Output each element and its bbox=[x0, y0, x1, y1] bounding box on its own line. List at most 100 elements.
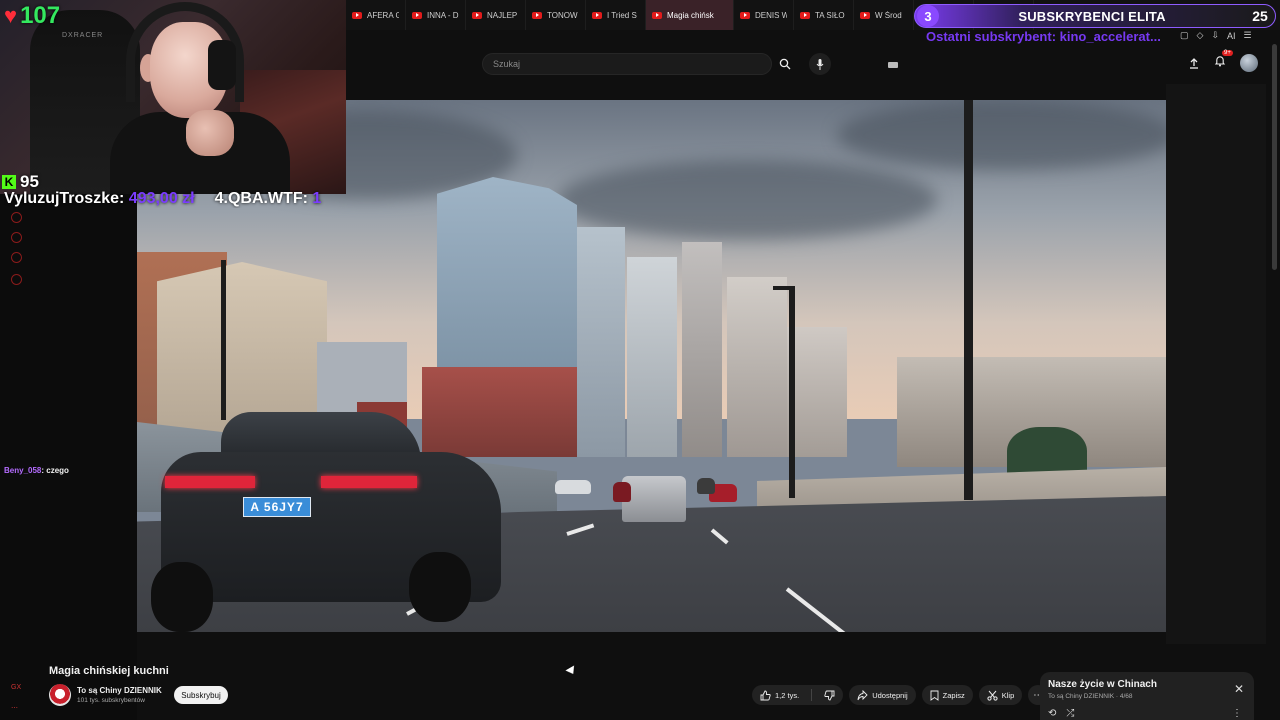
home-icon[interactable] bbox=[11, 212, 22, 223]
car-dark bbox=[697, 478, 715, 494]
browser-tab-label: I Tried S bbox=[607, 10, 637, 20]
hearts-count: 107 bbox=[20, 2, 61, 29]
street-lamp-pole bbox=[221, 260, 226, 420]
share-label: Udostępnij bbox=[872, 690, 908, 700]
keyboard-icon[interactable] bbox=[888, 62, 898, 68]
last-subscriber: Ostatni subskrybent: kino_accelerat... bbox=[926, 29, 1161, 44]
header-actions: 9+ bbox=[1188, 50, 1258, 72]
playlist-controls: ⟲ ⤮ bbox=[1048, 708, 1074, 719]
chat-username: Beny_058 bbox=[4, 466, 42, 475]
taillight bbox=[165, 476, 255, 488]
browser-tab-label: Magia chińsk bbox=[667, 10, 714, 20]
like-dislike-group: 1,2 tys. bbox=[752, 685, 844, 705]
building bbox=[787, 327, 847, 457]
street-lamp-pole bbox=[964, 100, 973, 500]
car-red bbox=[613, 482, 631, 502]
download-icon[interactable]: ⇩ bbox=[1211, 30, 1219, 41]
browser-tab[interactable]: TONOW bbox=[526, 0, 586, 30]
loop-icon[interactable]: ⟲ bbox=[1048, 708, 1056, 719]
search-button[interactable] bbox=[774, 54, 796, 74]
browser-tab[interactable]: INNA - D bbox=[406, 0, 466, 30]
notification-badge: 9+ bbox=[1222, 50, 1233, 56]
youtube-header: 9+ bbox=[346, 44, 1280, 84]
search-input[interactable] bbox=[483, 54, 743, 74]
youtube-icon bbox=[532, 11, 542, 19]
shuffle-icon[interactable]: ⤮ bbox=[1066, 708, 1074, 719]
street-lamp-pole bbox=[789, 288, 795, 498]
browser-tab-label: NAJLEP bbox=[487, 10, 518, 20]
clip-label: Klip bbox=[1001, 690, 1015, 700]
close-icon[interactable]: ✕ bbox=[1234, 682, 1244, 696]
channel-name[interactable]: To są Chiny DZIENNIK bbox=[77, 686, 162, 695]
headphone-cup bbox=[208, 40, 236, 90]
wheel bbox=[409, 552, 471, 622]
chat-icon[interactable] bbox=[11, 252, 22, 263]
browser-tab-label: DENIS W bbox=[755, 10, 787, 20]
donor-name: 4.QBA.WTF: bbox=[214, 190, 308, 207]
browser-tab-label: W Środ bbox=[875, 10, 902, 20]
video-title: Magia chińskiej kuchni bbox=[49, 665, 169, 677]
youtube-icon bbox=[800, 11, 810, 19]
hearts-counter: ♥ 107 bbox=[4, 2, 60, 30]
page-scrollbar[interactable] bbox=[1272, 44, 1277, 270]
playlist-title[interactable]: Nasze życie w Chinach bbox=[1048, 679, 1246, 690]
settings-icon[interactable] bbox=[11, 274, 22, 285]
menu-icon[interactable]: ☰ bbox=[1244, 30, 1252, 41]
browser-tab[interactable]: Magia chińsk bbox=[646, 0, 734, 30]
bell-icon bbox=[1214, 56, 1226, 67]
chair-logo: DXRACER bbox=[62, 32, 104, 39]
screen: AFERA G INNA - D NAJLEP TONOW I Tried S Magia… bbox=[0, 0, 1280, 720]
voice-search-button[interactable] bbox=[809, 53, 831, 75]
thumbs-down-icon bbox=[824, 690, 835, 700]
browser-tab[interactable]: I Tried S bbox=[586, 0, 646, 30]
donation-entry: 4.QBA.WTF: 1 bbox=[215, 190, 322, 208]
chat-text: : czego bbox=[41, 466, 69, 475]
more-icon[interactable]: ⋯ bbox=[11, 704, 18, 712]
search-box[interactable] bbox=[482, 53, 898, 75]
bookmark-icon bbox=[930, 690, 939, 701]
browser-tab[interactable]: DENIS W bbox=[734, 0, 794, 30]
save-button[interactable]: Zapisz bbox=[921, 685, 973, 705]
subscribe-button[interactable]: Subskrybuj bbox=[174, 686, 228, 704]
browser-tab[interactable]: NAJLEP bbox=[466, 0, 526, 30]
heart-icon: ♥ bbox=[4, 3, 18, 28]
like-divider bbox=[811, 689, 813, 701]
clip-button[interactable]: Klip bbox=[978, 685, 1023, 705]
gx-label[interactable]: GX bbox=[11, 684, 21, 691]
browser-tab-label: TONOW bbox=[547, 10, 578, 20]
car-silver bbox=[622, 476, 686, 522]
extension-icon[interactable]: ▢ bbox=[1180, 30, 1189, 41]
bookmark-icon[interactable]: ◇ bbox=[1197, 30, 1204, 41]
building bbox=[682, 242, 722, 457]
channel-avatar[interactable] bbox=[49, 684, 71, 706]
youtube-icon bbox=[740, 11, 750, 19]
browser-tab[interactable]: W Środ bbox=[854, 0, 914, 30]
notifications-button[interactable]: 9+ bbox=[1214, 50, 1233, 72]
upload-icon[interactable] bbox=[1188, 57, 1200, 69]
sub-goal-title: SUBSKRYBENCI ELITA bbox=[1018, 8, 1166, 24]
share-button[interactable]: Udostępnij bbox=[849, 685, 916, 705]
donation-entry: VyluzujTroszke: 493,00 zł bbox=[4, 190, 195, 208]
save-label: Zapisz bbox=[942, 690, 965, 700]
browser-tab-label: TA SIŁO bbox=[815, 10, 845, 20]
street-lamp-arm bbox=[773, 286, 795, 290]
streamer-hand bbox=[186, 110, 234, 156]
video-cloud bbox=[837, 100, 1166, 170]
like-button[interactable]: 1,2 tys. bbox=[752, 685, 807, 705]
car-white bbox=[555, 480, 591, 494]
kick-icon: K bbox=[2, 175, 16, 189]
youtube-icon bbox=[860, 11, 870, 19]
license-plate: A 56JY7 bbox=[243, 497, 311, 517]
playlist-panel[interactable]: Nasze życie w Chinach To są Chiny DZIENN… bbox=[1040, 672, 1254, 720]
browser-tab[interactable]: AFERA G bbox=[346, 0, 406, 30]
browser-tab-label: AFERA G bbox=[367, 10, 399, 20]
history-icon[interactable] bbox=[11, 232, 22, 243]
browser-tab[interactable]: TA SIŁO bbox=[794, 0, 854, 30]
building bbox=[627, 257, 677, 457]
playlist-menu-icon[interactable]: ⋮ bbox=[1232, 708, 1242, 719]
scissors-icon bbox=[987, 690, 998, 701]
dislike-button[interactable] bbox=[816, 685, 843, 705]
account-avatar[interactable] bbox=[1240, 54, 1258, 72]
ai-button[interactable]: AI bbox=[1227, 31, 1236, 41]
porsche-suv: A 56JY7 bbox=[151, 412, 501, 632]
